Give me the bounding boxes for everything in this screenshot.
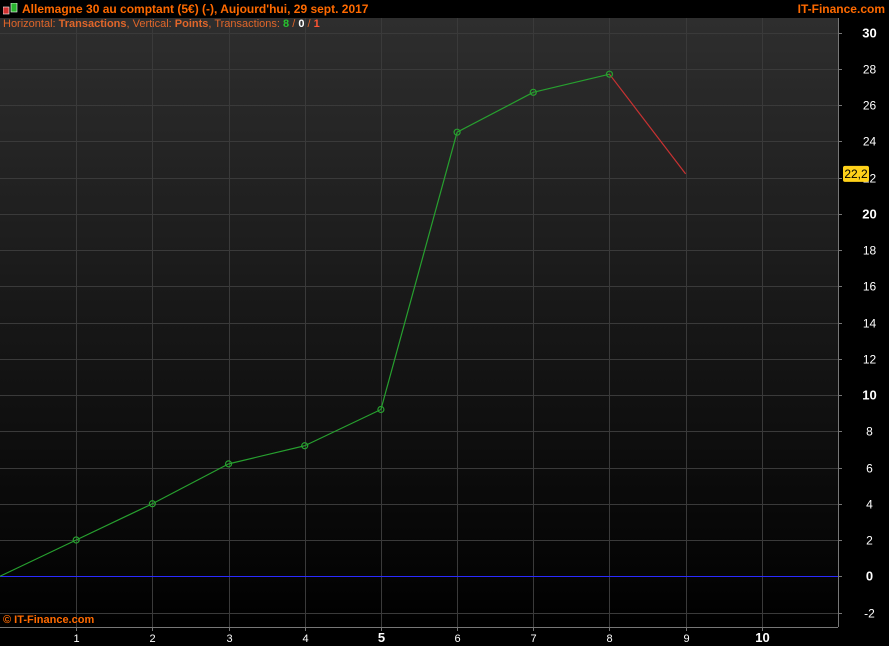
losses-count: 1 <box>313 18 320 30</box>
y-tick-label: 2 <box>866 534 873 548</box>
x-tick-label: 4 <box>302 633 308 645</box>
x-tick-label: 7 <box>530 633 536 645</box>
y-tick-label: 12 <box>863 353 877 367</box>
y-tick-label: 28 <box>863 63 877 77</box>
x-tick-label: 8 <box>606 633 612 645</box>
chart-info-bar: Horizontal: Transactions, Vertical: Poin… <box>3 18 320 32</box>
y-tick-label: 30 <box>862 26 876 41</box>
x-tick-label: 2 <box>149 633 155 645</box>
y-tick-label: 4 <box>866 498 873 512</box>
title-bar: Allemagne 30 au comptant (5€) (-), Aujou… <box>0 0 889 18</box>
y-tick-label: 18 <box>863 244 877 258</box>
y-tick-label: 20 <box>862 207 876 222</box>
y-tick-label: 26 <box>863 99 877 113</box>
chart-app-icon <box>3 3 18 15</box>
vertical-label: , Vertical: <box>126 18 175 30</box>
y-tick-label: 24 <box>863 135 877 149</box>
current-value-label: 22,2 <box>844 167 868 181</box>
brand-link[interactable]: IT-Finance.com <box>798 2 885 16</box>
horizontal-label: Horizontal: <box>3 18 59 30</box>
y-tick-label: -2 <box>864 607 875 621</box>
y-tick-label: 14 <box>863 317 877 331</box>
copyright-text: © IT-Finance.com <box>3 614 95 626</box>
x-tick-label: 1 <box>73 633 79 645</box>
x-tick-label: 3 <box>226 633 232 645</box>
y-tick-label: 6 <box>866 462 873 476</box>
y-tick-label: 10 <box>862 388 876 403</box>
y-tick-label: 16 <box>863 280 877 294</box>
current-value-badge: 22,2 <box>843 165 869 182</box>
y-tick-label: 8 <box>866 425 873 439</box>
plot-background <box>0 18 838 627</box>
separator: / <box>289 18 299 30</box>
chart: -2024681012141618202224262830 1234567891… <box>0 18 889 646</box>
x-tick-label: 10 <box>755 630 769 645</box>
transactions-label: , Transactions: <box>208 18 284 30</box>
vertical-value: Points <box>174 18 209 30</box>
x-tick-label: 6 <box>454 633 460 645</box>
y-tick-label: 0 <box>866 569 873 584</box>
window-title: Allemagne 30 au comptant (5€) (-), Aujou… <box>22 2 369 16</box>
separator: / <box>304 18 314 30</box>
horizontal-value: Transactions <box>58 18 127 30</box>
x-tick-label: 9 <box>683 633 689 645</box>
x-tick-label: 5 <box>378 630 385 645</box>
